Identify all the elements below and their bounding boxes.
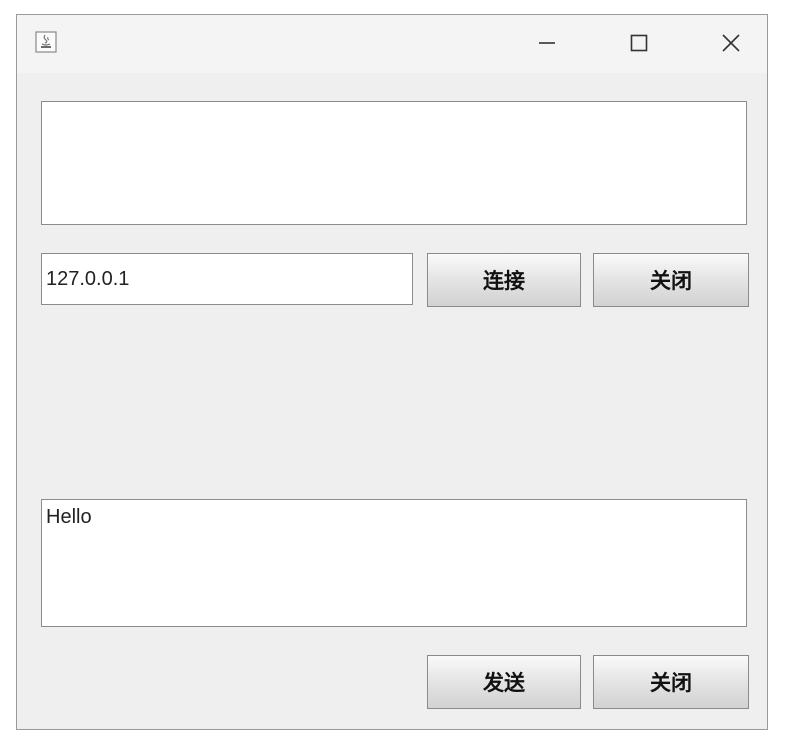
minimize-button[interactable]	[517, 23, 577, 63]
maximize-button[interactable]	[609, 23, 669, 63]
title-bar[interactable]	[17, 15, 767, 73]
java-app-icon	[35, 31, 57, 53]
connect-button[interactable]: 连接	[427, 253, 581, 307]
received-messages-area[interactable]	[41, 101, 747, 225]
close-icon	[722, 34, 740, 52]
send-button[interactable]: 发送	[427, 655, 581, 709]
message-input-area[interactable]: Hello	[41, 499, 747, 627]
ip-address-input[interactable]	[41, 253, 413, 305]
minimize-icon	[539, 42, 555, 44]
maximize-icon	[630, 34, 648, 52]
close-connection-button[interactable]: 关闭	[593, 253, 749, 307]
close-window-button[interactable]	[701, 23, 761, 63]
close-button[interactable]: 关闭	[593, 655, 749, 709]
app-window: 连接 关闭 Hello 发送 关闭	[16, 14, 768, 730]
